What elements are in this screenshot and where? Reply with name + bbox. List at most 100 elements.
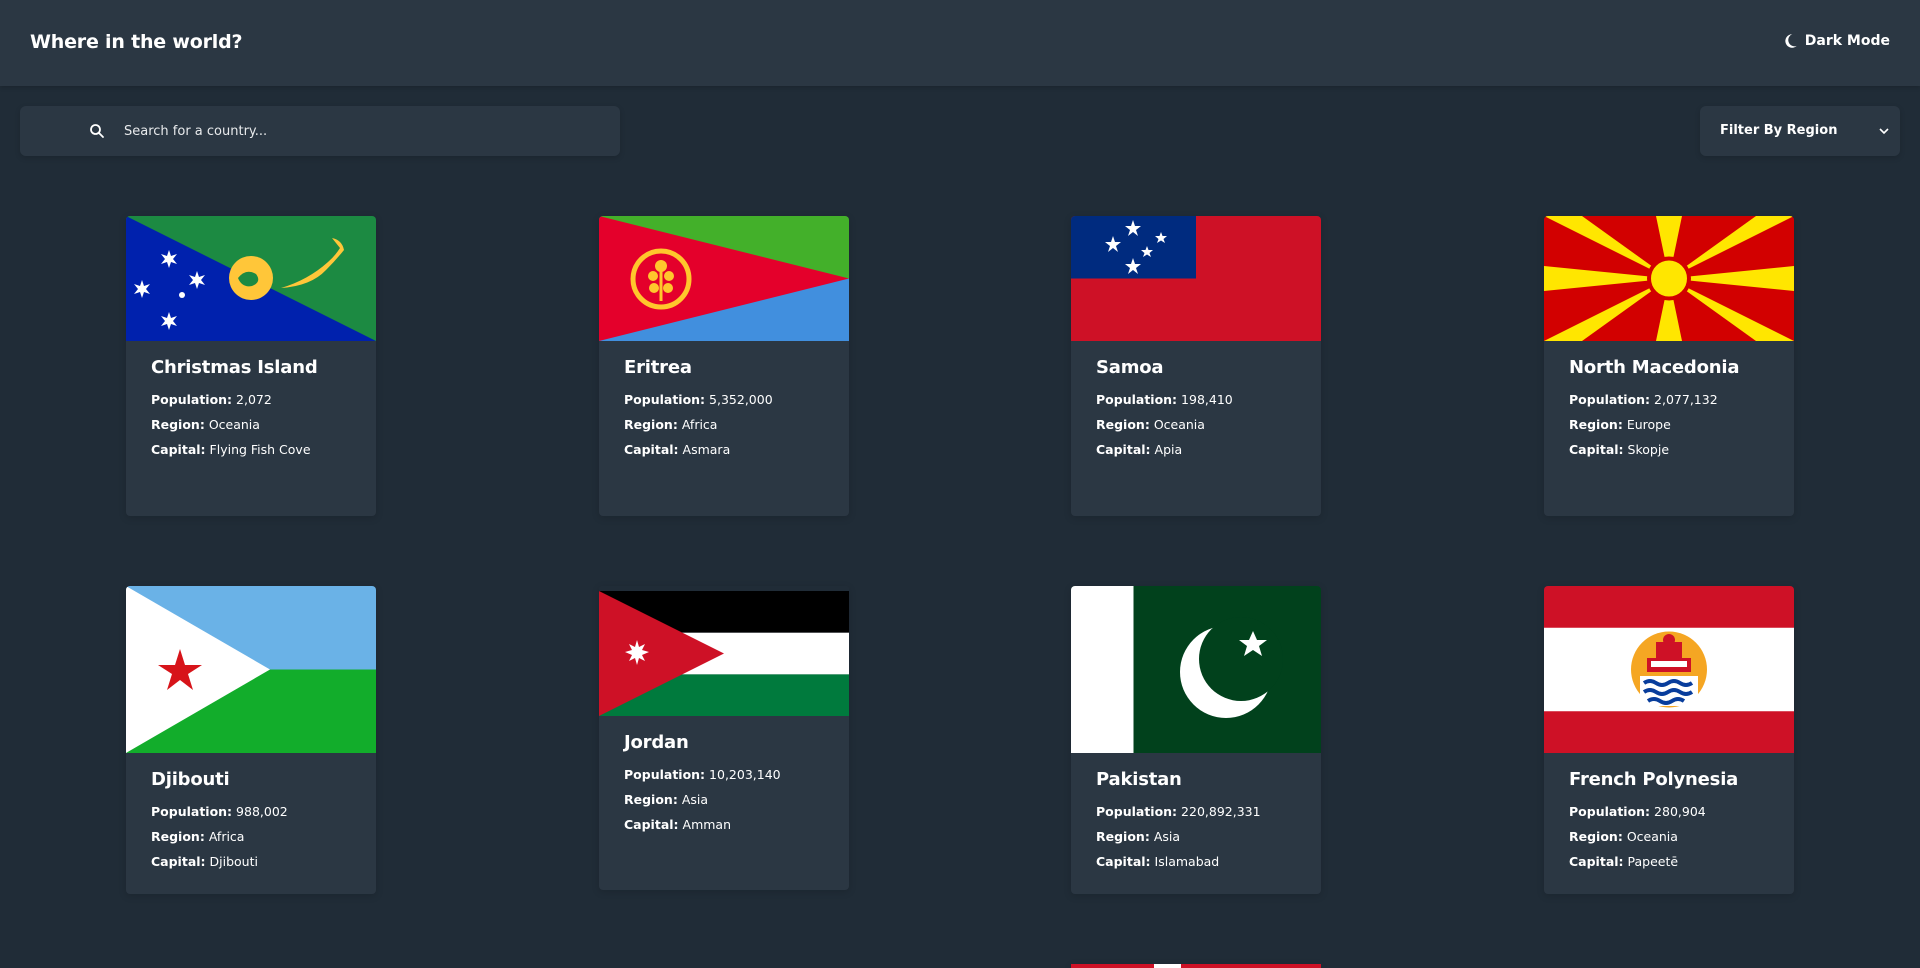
population-label: Population: — [624, 767, 706, 782]
capital-value: Asmara — [682, 442, 731, 457]
capital-value: Apia — [1154, 442, 1183, 457]
country-card-french-polynesia[interactable]: French Polynesia Population: 280,904 Reg… — [1544, 586, 1794, 894]
population-row: Population: 988,002 — [151, 804, 351, 819]
pakistan-flag — [1071, 586, 1321, 753]
region-row: Region: Oceania — [151, 417, 351, 432]
region-label: Region: — [151, 417, 205, 432]
capital-label: Capital: — [624, 442, 679, 457]
dark-mode-toggle[interactable]: Dark Mode — [1781, 32, 1890, 50]
population-label: Population: — [1569, 392, 1651, 407]
capital-row: Capital: Islamabad — [1096, 854, 1296, 869]
country-name: Samoa — [1096, 357, 1164, 378]
population-row: Population: 198,410 — [1096, 392, 1296, 407]
population-value: 5,352,000 — [709, 392, 773, 407]
region-row: Region: Africa — [624, 417, 824, 432]
capital-value: Djibouti — [209, 854, 258, 869]
population-value: 10,203,140 — [709, 767, 781, 782]
region-filter-label: Filter By Region — [1720, 123, 1838, 138]
region-row: Region: Africa — [151, 829, 351, 844]
capital-row: Capital: Skopje — [1569, 442, 1769, 457]
capital-value: Flying Fish Cove — [209, 442, 311, 457]
country-name: Jordan — [624, 732, 689, 753]
app-header: Where in the world? Dark Mode — [0, 0, 1920, 86]
region-label: Region: — [624, 417, 678, 432]
region-label: Region: — [1569, 417, 1623, 432]
population-value: 220,892,331 — [1181, 804, 1261, 819]
partial-flag — [1071, 964, 1321, 968]
region-row: Region: Asia — [624, 792, 824, 807]
region-value: Asia — [681, 792, 709, 807]
search-box — [20, 106, 620, 156]
country-card-jordan[interactable]: Jordan Population: 10,203,140 Region: As… — [599, 586, 849, 890]
region-label: Region: — [151, 829, 205, 844]
capital-label: Capital: — [1096, 442, 1151, 457]
region-value: Africa — [208, 829, 245, 844]
country-card-north-macedonia[interactable]: North Macedonia Population: 2,077,132 Re… — [1544, 216, 1794, 516]
region-label: Region: — [624, 792, 678, 807]
country-card-pakistan[interactable]: Pakistan Population: 220,892,331 Region:… — [1071, 586, 1321, 894]
capital-label: Capital: — [1569, 442, 1624, 457]
region-row: Region: Europe — [1569, 417, 1769, 432]
country-card-christmas-island[interactable]: Christmas Island Population: 2,072 Regio… — [126, 216, 376, 516]
capital-value: Amman — [682, 817, 732, 832]
country-card-eritrea[interactable]: Eritrea Population: 5,352,000 Region: Af… — [599, 216, 849, 516]
capital-label: Capital: — [1096, 854, 1151, 869]
country-name: Christmas Island — [151, 357, 318, 378]
dark-mode-label: Dark Mode — [1804, 33, 1890, 49]
population-row: Population: 10,203,140 — [624, 767, 824, 782]
population-value: 988,002 — [236, 804, 288, 819]
population-row: Population: 2,077,132 — [1569, 392, 1769, 407]
region-value: Oceania — [1153, 417, 1205, 432]
population-label: Population: — [151, 804, 233, 819]
population-value: 198,410 — [1181, 392, 1233, 407]
moon-icon — [1785, 34, 1797, 48]
population-label: Population: — [1569, 804, 1651, 819]
region-row: Region: Oceania — [1096, 417, 1296, 432]
search-input[interactable] — [124, 106, 604, 156]
country-card-djibouti[interactable]: Djibouti Population: 988,002 Region: Afr… — [126, 586, 376, 894]
capital-row: Capital: Papeetē — [1569, 854, 1769, 869]
djibouti-flag — [126, 586, 376, 753]
jordan-flag — [599, 586, 849, 716]
region-value: Oceania — [1626, 829, 1678, 844]
capital-label: Capital: — [151, 854, 206, 869]
country-name: Pakistan — [1096, 769, 1182, 790]
capital-row: Capital: Apia — [1096, 442, 1296, 457]
search-icon — [90, 124, 104, 138]
population-row: Population: 5,352,000 — [624, 392, 824, 407]
population-label: Population: — [1096, 392, 1178, 407]
population-label: Population: — [624, 392, 706, 407]
christmas-island-flag — [126, 216, 376, 341]
region-value: Asia — [1153, 829, 1181, 844]
population-row: Population: 220,892,331 — [1096, 804, 1296, 819]
capital-row: Capital: Flying Fish Cove — [151, 442, 351, 457]
country-name: Eritrea — [624, 357, 692, 378]
samoa-flag — [1071, 216, 1321, 341]
region-row: Region: Oceania — [1569, 829, 1769, 844]
eritrea-flag — [599, 216, 849, 341]
capital-label: Capital: — [624, 817, 679, 832]
country-card-samoa[interactable]: Samoa Population: 198,410 Region: Oceani… — [1071, 216, 1321, 516]
region-label: Region: — [1096, 829, 1150, 844]
population-value: 2,077,132 — [1654, 392, 1718, 407]
chevron-down-icon — [1879, 128, 1889, 135]
country-card-partial[interactable] — [1071, 964, 1321, 968]
country-name: North Macedonia — [1569, 357, 1740, 378]
region-label: Region: — [1096, 417, 1150, 432]
capital-row: Capital: Asmara — [624, 442, 824, 457]
french-polynesia-flag — [1544, 586, 1794, 753]
region-value: Africa — [681, 417, 718, 432]
country-name: Djibouti — [151, 769, 230, 790]
population-value: 280,904 — [1654, 804, 1706, 819]
capital-label: Capital: — [1569, 854, 1624, 869]
region-value: Europe — [1626, 417, 1671, 432]
population-label: Population: — [1096, 804, 1178, 819]
region-label: Region: — [1569, 829, 1623, 844]
capital-row: Capital: Djibouti — [151, 854, 351, 869]
population-row: Population: 2,072 — [151, 392, 351, 407]
capital-value: Papeetē — [1627, 854, 1679, 869]
region-filter-dropdown[interactable]: Filter By Region — [1700, 106, 1900, 156]
north-macedonia-flag — [1544, 216, 1794, 341]
app-title: Where in the world? — [30, 31, 243, 53]
population-label: Population: — [151, 392, 233, 407]
